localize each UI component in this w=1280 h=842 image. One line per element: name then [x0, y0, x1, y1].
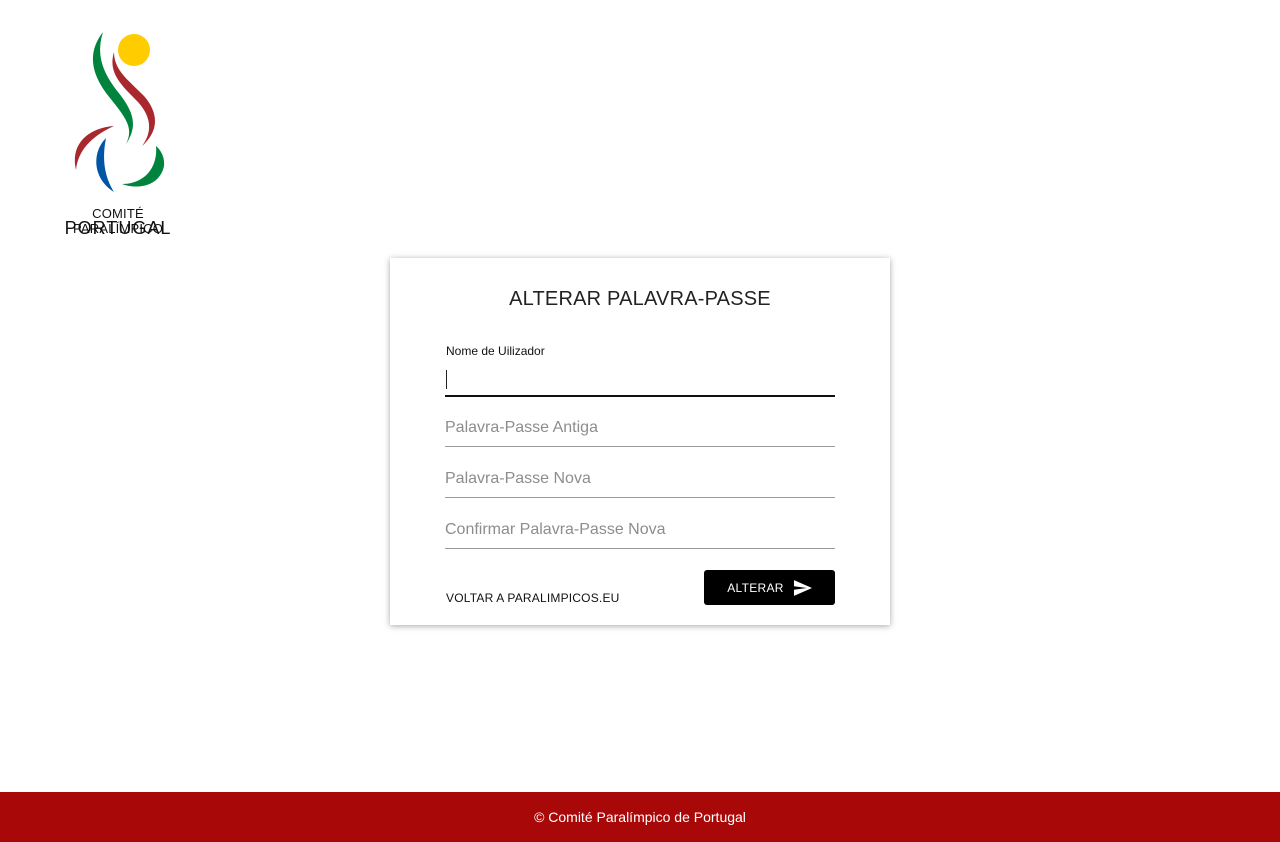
page: COMITÉ PARALÍMPICO PORTUGAL ALTERAR PALA… [0, 0, 1280, 842]
old-password-input[interactable] [445, 416, 835, 440]
form-title: ALTERAR PALAVRA-PASSE [509, 288, 771, 310]
username-input[interactable] [445, 368, 835, 392]
footer-copyright: © Comité Paralímpico de Portugal [534, 809, 746, 825]
change-password-card: ALTERAR PALAVRA-PASSE Nome de Uilizador … [390, 258, 890, 625]
new-password-input[interactable] [445, 467, 835, 491]
new-password-field-group [445, 465, 835, 499]
send-icon [793, 579, 812, 596]
new-password-underline [445, 497, 835, 498]
alterar-submit-button[interactable]: ALTERAR [704, 570, 835, 605]
footer: © Comité Paralímpico de Portugal [0, 792, 1280, 842]
confirm-password-input[interactable] [445, 518, 835, 542]
old-password-underline [445, 446, 835, 447]
submit-button-label: ALTERAR [727, 580, 784, 595]
username-field-group: Nome de Uilizador [445, 344, 835, 398]
username-label: Nome de Uilizador [446, 344, 545, 358]
confirm-password-underline [445, 548, 835, 549]
logo[interactable]: COMITÉ PARALÍMPICO PORTUGAL [48, 26, 188, 240]
paralympic-logo-icon [74, 32, 165, 192]
username-underline [445, 395, 835, 397]
back-to-site-link[interactable]: VOLTAR A PARALIMPICOS.EU [446, 591, 620, 605]
confirm-password-field-group [445, 516, 835, 550]
logo-text-portugal: PORTUGAL [64, 218, 172, 238]
old-password-field-group [445, 414, 835, 448]
